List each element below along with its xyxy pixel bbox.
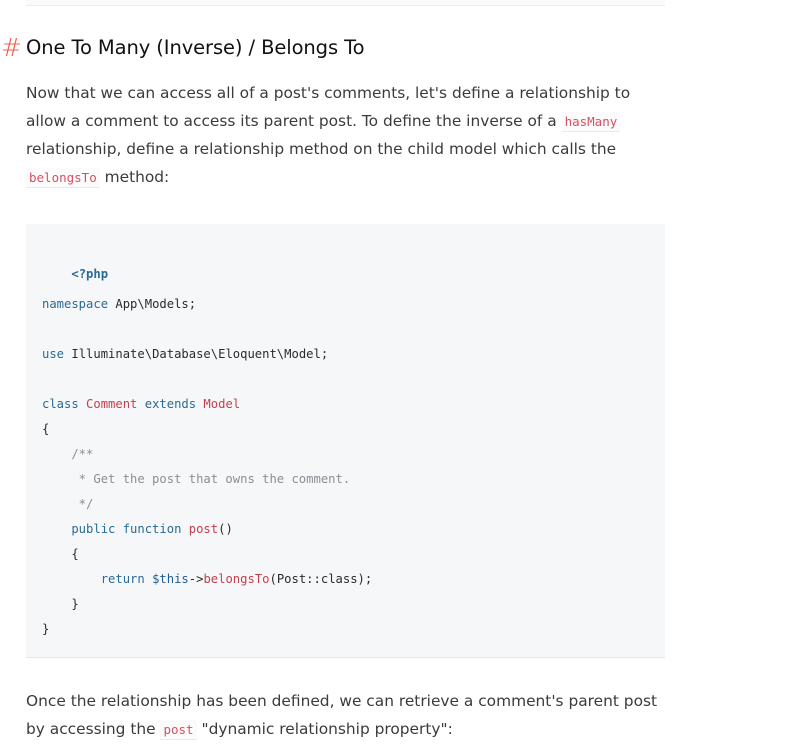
brace: {: [42, 422, 50, 436]
call-belongsto: belongsTo: [203, 572, 270, 586]
keyword-extends: extends: [137, 397, 197, 411]
intro-text-3: relationship, define a relationship meth…: [26, 140, 617, 158]
intro-paragraph-line-2: allow a comment to access its parent pos…: [26, 107, 646, 136]
intro-paragraph-line-1: Now that we can access all of a post's c…: [26, 79, 646, 107]
doc-comment: /**: [42, 447, 94, 461]
php-open-tag: <?php: [71, 267, 109, 281]
call-args: (Post::class);: [269, 572, 373, 586]
class-name: Comment: [78, 397, 138, 411]
brace: }: [42, 597, 79, 611]
doc-comment-close: */: [42, 497, 94, 511]
keyword-use: use: [42, 347, 65, 361]
section-title: One To Many (Inverse) / Belongs To: [26, 36, 365, 59]
code-line-open-brace: {: [42, 419, 49, 439]
use-value: Illuminate\Database\Eloquent\Model;: [64, 347, 329, 361]
intro-paragraph-line-3: relationship, define a relationship meth…: [26, 135, 646, 163]
brace: {: [42, 547, 79, 561]
keyword-return: return: [42, 572, 145, 586]
intro-text-1: Now that we can access all of a post's c…: [26, 84, 631, 102]
outro-paragraph-line-2: by accessing the post "dynamic relations…: [26, 715, 646, 744]
keyword-class: class: [42, 397, 79, 411]
outro-text-1: Once the relationship has been defined, …: [26, 692, 658, 710]
code-block: <?php namespace App\Models; use Illumina…: [26, 224, 665, 658]
namespace-value: App\Models;: [108, 297, 197, 311]
inline-code-post: post: [160, 720, 197, 740]
code-line-class-close: }: [42, 619, 49, 639]
parent-class-name: Model: [196, 397, 241, 411]
keyword-namespace: namespace: [42, 297, 109, 311]
outro-paragraph-line-1: Once the relationship has been defined, …: [26, 687, 657, 715]
outro-text-3: "dynamic relationship property":: [196, 720, 453, 738]
keyword-public-function: public function: [42, 522, 182, 536]
code-line-doc-text: * Get the post that owns the comment.: [42, 469, 351, 489]
inline-code-belongsto: belongsTo: [26, 168, 100, 188]
intro-text-2: allow a comment to access its parent pos…: [26, 112, 562, 130]
brace: }: [42, 622, 50, 636]
code-line-method-close: }: [42, 594, 79, 614]
method-parens: (): [218, 522, 233, 536]
arrow-operator: ->: [188, 572, 204, 586]
section-anchor-link[interactable]: #: [1, 34, 22, 62]
variable-this: $this: [144, 572, 189, 586]
previous-code-block-edge: [26, 0, 665, 6]
code-line-namespace: namespace App\Models;: [42, 294, 196, 314]
code-line-doc-open: /**: [42, 444, 93, 464]
code-line-method-open: {: [42, 544, 79, 564]
intro-paragraph-line-4: belongsTo method:: [26, 163, 646, 192]
doc-comment-text: * Get the post that owns the comment.: [42, 472, 351, 486]
code-line-doc-close: */: [42, 494, 94, 514]
method-name: post: [181, 522, 219, 536]
code-line-use: use Illuminate\Database\Eloquent\Model;: [42, 344, 328, 364]
code-line-return: return $this->belongsTo(Post::class);: [42, 569, 373, 589]
outro-text-2: by accessing the: [26, 720, 161, 738]
code-line-class: class Comment extends Model: [42, 394, 240, 414]
inline-code-hasmany: hasMany: [561, 112, 621, 132]
code-line-method: public function post(): [42, 519, 233, 539]
intro-text-4: method:: [99, 168, 170, 186]
